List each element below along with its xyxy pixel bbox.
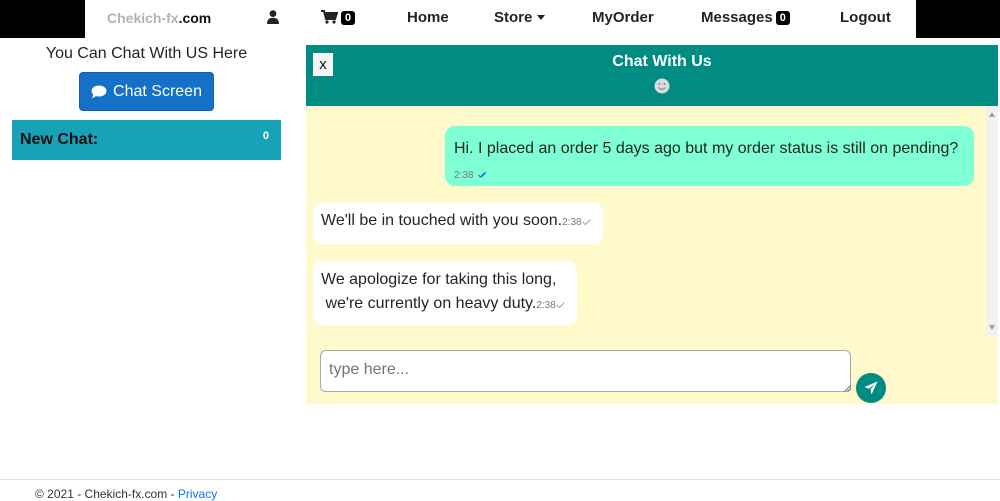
message-input[interactable]: [320, 350, 851, 392]
navbar-inner: Chekich-fx.com 0 Home Store MyOrder Mess…: [85, 0, 916, 38]
check-icon: [582, 219, 591, 226]
chat-panel: Chat With Us x Hi. I placed an order 5 d…: [306, 45, 998, 404]
shopping-cart-icon: [321, 10, 339, 24]
message-incoming: We'll be in touched with you soon.2:38: [313, 202, 603, 244]
scroll-down-arrow-icon[interactable]: [989, 325, 995, 330]
nav-store-label: Store: [494, 9, 533, 26]
message-incoming: We apologize for taking this long, we're…: [313, 261, 577, 325]
nav-logout[interactable]: Logout: [840, 0, 891, 38]
chat-screen-button[interactable]: Chat Screen: [79, 72, 214, 111]
message-scrollbar[interactable]: [986, 106, 998, 336]
brand-logo[interactable]: Chekich-fx.com: [107, 0, 211, 38]
privacy-link[interactable]: Privacy: [178, 487, 217, 501]
message-text: We'll be in touched with you soon.: [321, 212, 563, 229]
message-list[interactable]: Hi. I placed an order 5 days ago but my …: [306, 106, 986, 336]
caret-down-icon: [537, 15, 546, 20]
send-button[interactable]: [856, 373, 886, 403]
scroll-up-arrow-icon[interactable]: [989, 112, 995, 117]
message-time: 2:38: [562, 217, 582, 228]
top-navbar: Chekich-fx.com 0 Home Store MyOrder Mess…: [0, 0, 1000, 38]
brand-name: Chekich-fx: [107, 10, 179, 26]
chat-header: Chat With Us x: [306, 45, 998, 106]
close-chat-button[interactable]: x: [313, 53, 333, 76]
new-chat-count: 0: [262, 130, 269, 142]
nav-messages-label: Messages: [701, 9, 773, 26]
resize-handle-icon[interactable]: [843, 384, 851, 392]
smiley-icon: [654, 78, 670, 94]
messages-count-badge: 0: [775, 11, 790, 25]
footer: © 2021 - Chekich-fx.com - Privacy: [35, 487, 217, 501]
nav-messages[interactable]: Messages 0: [701, 0, 790, 38]
new-chat-bar[interactable]: New Chat: 0: [12, 120, 281, 160]
message-text: Hi. I placed an order 5 days ago but my …: [454, 140, 959, 157]
message-text-line2: we're currently on heavy duty.: [321, 295, 537, 312]
new-chat-label: New Chat:: [20, 131, 99, 148]
chat-title: Chat With Us: [612, 53, 712, 70]
brand-tld: .com: [178, 10, 212, 26]
paper-plane-icon: [864, 381, 878, 395]
cart-count-badge: 0: [341, 11, 356, 25]
nav-store-dropdown[interactable]: Store: [494, 0, 546, 38]
comment-icon: [91, 85, 107, 98]
footer-copyright: © 2021 - Chekich-fx.com -: [35, 487, 178, 501]
footer-divider: [0, 479, 1000, 480]
nav-home[interactable]: Home: [407, 0, 449, 38]
message-outgoing: Hi. I placed an order 5 days ago but my …: [445, 126, 974, 186]
message-time: 2:38: [454, 170, 474, 181]
double-check-read-icon: [477, 172, 487, 178]
check-icon: [556, 302, 565, 309]
chat-screen-button-label: Chat Screen: [113, 82, 202, 100]
cart-link[interactable]: 0: [321, 0, 356, 38]
chat-intro-text: You Can Chat With US Here: [45, 45, 248, 62]
message-time: 2:38: [536, 300, 556, 311]
user-icon: [267, 10, 279, 24]
nav-myorder[interactable]: MyOrder: [592, 0, 654, 38]
user-profile-link[interactable]: [267, 0, 279, 38]
message-text-line1: We apologize for taking this long,: [321, 271, 557, 288]
